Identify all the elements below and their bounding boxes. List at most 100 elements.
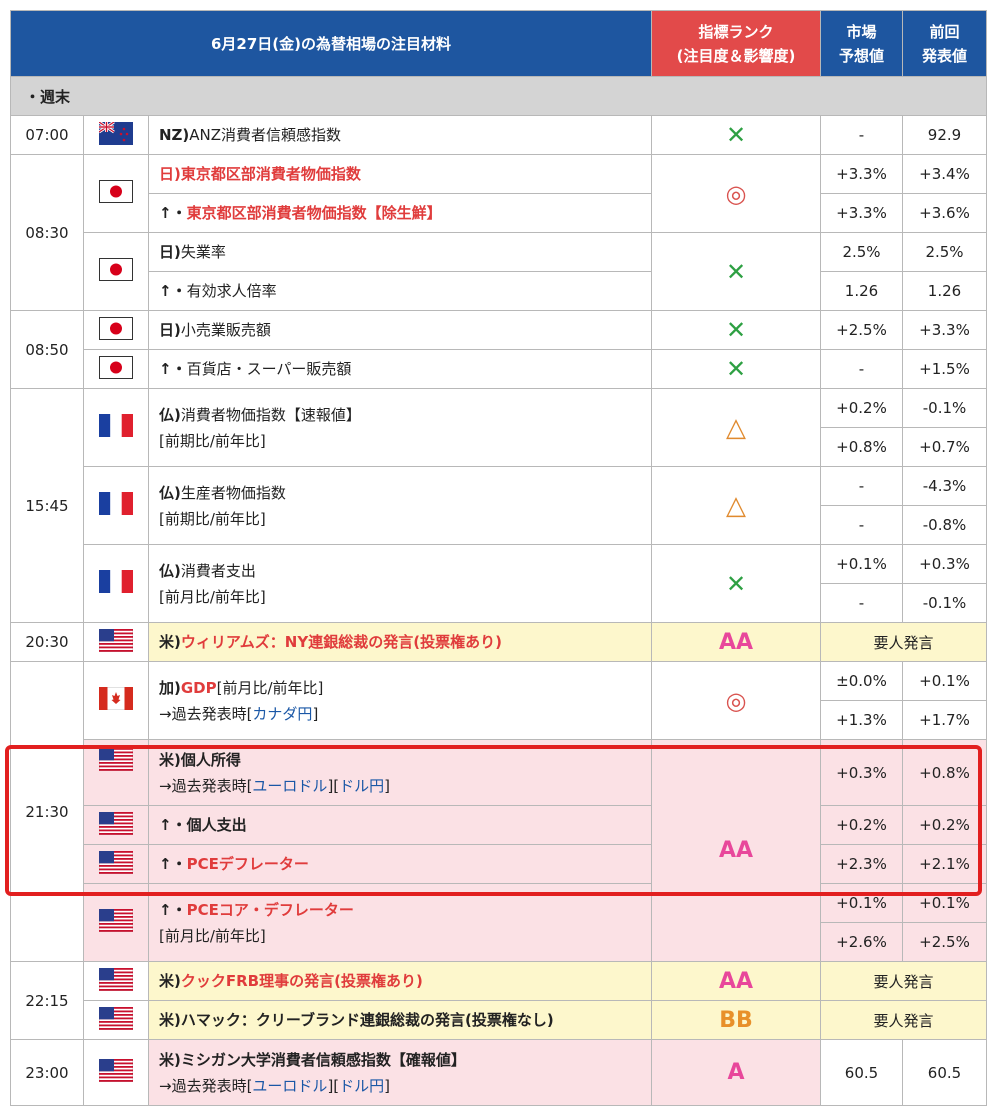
forecast-cell: +0.1%	[820, 883, 903, 923]
table-row: ↑・PCEコア・デフレーター [前月比/前年比] +0.1% +0.1%	[11, 883, 987, 962]
table-row: 20:30 米)ウィリアムズ：NY連銀総裁の発言(投票権あり) AA 要人発言	[10, 622, 987, 662]
link-usd-jpy[interactable]: ドル円	[339, 1077, 384, 1095]
table-row: 21:30 加)GDP[前月比/前年比] →過去発表時[カナダ円] ◎ ±0.0%…	[10, 661, 987, 962]
us-flag-icon	[83, 805, 149, 845]
table-row: 米)個人所得 →過去発表時[ユーロドル][ドル円] AA +0.3% +0.8%	[11, 739, 987, 962]
event-cell: ↑・百貨店・スーパー販売額	[148, 349, 652, 389]
canada-flag-icon	[83, 661, 149, 740]
table-row: ↑・百貨店・スーパー販売額 ✕ - +1.5%	[11, 349, 987, 389]
table-row: ↑・PCEデフレーター +2.3% +2.1%	[11, 844, 987, 884]
france-flag-icon	[83, 466, 149, 545]
time-cell: 23:00	[10, 1039, 84, 1106]
event-cell: 日)失業率	[148, 232, 652, 272]
previous-cell: +2.5%	[902, 922, 987, 962]
table-row: ↑・有効求人倍率 1.26 1.26	[11, 271, 987, 311]
rank-cell: ◎	[651, 661, 821, 740]
event-cell: 加)GDP[前月比/前年比] →過去発表時[カナダ円]	[148, 661, 652, 740]
previous-cell: +3.3%	[902, 310, 987, 350]
event-cell: 仏)消費者支出 [前月比/前年比]	[148, 544, 652, 623]
forecast-cell: 1.26	[820, 271, 903, 311]
previous-cell: 1.26	[902, 271, 987, 311]
section-row: ・週末	[10, 76, 987, 116]
table-row: 日)失業率 ✕ 2.5% 2.5%	[11, 232, 987, 311]
previous-cell: 92.9	[902, 115, 987, 155]
event-cell: 仏)生産者物価指数 [前期比/前年比]	[148, 466, 652, 545]
forecast-cell: +0.8%	[820, 427, 903, 467]
link-cad-jpy[interactable]: カナダ円	[252, 705, 312, 723]
previous-cell: +0.2%	[902, 805, 987, 845]
previous-cell: +3.4%	[902, 154, 987, 194]
time-cell: 20:30	[10, 622, 84, 662]
previous-cell: -0.1%	[902, 583, 987, 623]
rank-cell: ✕	[651, 310, 821, 350]
japan-flag-icon	[83, 232, 149, 311]
time-cell: 21:30	[10, 661, 84, 962]
previous-cell: +0.1%	[902, 661, 987, 701]
forecast-cell: -	[820, 349, 903, 389]
previous-cell: +0.8%	[902, 739, 987, 806]
time-cell: 22:15	[10, 961, 84, 1040]
event-cell: ↑・PCEデフレーター	[148, 844, 652, 884]
table-row: 08:30 日)東京都区部消費者物価指数 ◎ +3.3% +3.4%	[10, 154, 987, 311]
table-row: 07:00 NZ)ANZ消費者信頼感指数 ✕ - 92.9	[10, 115, 987, 155]
event-cell: 米)ハマック：クリーブランド連銀総裁の発言(投票権なし)	[148, 1000, 652, 1040]
event-cell: 米)個人所得 →過去発表時[ユーロドル][ドル円]	[148, 739, 652, 806]
header-row: 6月27日(金)の為替相場の注目材料 指標ランク (注目度＆影響度) 市場 予想値 …	[10, 10, 987, 77]
rank-cell: ✕	[651, 115, 821, 155]
link-eur-usd[interactable]: ユーロドル	[252, 777, 327, 795]
forecast-cell: -	[820, 505, 903, 545]
us-flag-icon	[83, 1000, 149, 1040]
rank-cell: AA	[651, 622, 821, 662]
rank-cell: ✕	[651, 544, 821, 623]
rank-cell: BB	[651, 1000, 821, 1040]
us-flag-icon	[83, 1039, 149, 1106]
header-previous: 前回 発表値	[902, 10, 987, 77]
nz-flag-icon	[83, 115, 149, 155]
japan-flag-icon	[83, 310, 149, 350]
france-flag-icon	[83, 544, 149, 623]
previous-cell: +0.1%	[902, 883, 987, 923]
rank-cell: ◎	[651, 154, 821, 233]
forecast-cell: -	[820, 115, 903, 155]
forecast-cell: +3.3%	[820, 193, 903, 233]
previous-cell: 60.5	[902, 1039, 987, 1106]
us-flag-icon	[83, 883, 149, 962]
forecast-cell: +0.1%	[820, 544, 903, 584]
rank-cell: AA	[651, 739, 821, 962]
france-flag-icon	[83, 388, 149, 467]
us-flag-icon	[83, 739, 149, 806]
previous-cell: +3.6%	[902, 193, 987, 233]
rank-cell: △	[651, 466, 821, 545]
rank-cell: △	[651, 388, 821, 467]
forecast-cell: +1.3%	[820, 700, 903, 740]
time-cell: 08:50	[10, 310, 84, 389]
event-cell: ↑・個人支出	[148, 805, 652, 845]
previous-cell: -0.8%	[902, 505, 987, 545]
event-cell: 仏)消費者物価指数【速報値】 [前期比/前年比]	[148, 388, 652, 467]
event-cell: NZ)ANZ消費者信頼感指数	[148, 115, 652, 155]
event-cell: 日)小売業販売額	[148, 310, 652, 350]
event-cell: 米)ウィリアムズ：NY連銀総裁の発言(投票権あり)	[148, 622, 652, 662]
header-title: 6月27日(金)の為替相場の注目材料	[10, 10, 652, 77]
previous-cell: 2.5%	[902, 232, 987, 272]
us-flag-icon	[83, 622, 149, 662]
forecast-cell: 60.5	[820, 1039, 903, 1106]
previous-cell: +2.1%	[902, 844, 987, 884]
table-row: 08:50 日)小売業販売額 ✕ +2.5% +3.3%	[10, 310, 987, 389]
event-cell: ↑・東京都区部消費者物価指数【除生鮮】	[148, 193, 652, 233]
table-row: 23:00 米)ミシガン大学消費者信頼感指数【確報値】 →過去発表時[ユーロドル]…	[10, 1039, 987, 1106]
us-flag-icon	[83, 844, 149, 884]
table-row: 仏)消費者支出 [前月比/前年比] ✕ +0.1% +0.3%	[11, 544, 987, 623]
link-eur-usd[interactable]: ユーロドル	[252, 1077, 327, 1095]
event-cell: ↑・有効求人倍率	[148, 271, 652, 311]
time-cell: 15:45	[10, 388, 84, 623]
event-cell: 日)東京都区部消費者物価指数	[148, 154, 652, 194]
speech-cell: 要人発言	[820, 622, 987, 662]
japan-flag-icon	[83, 154, 149, 233]
link-usd-jpy[interactable]: ドル円	[339, 777, 384, 795]
forecast-cell: +2.5%	[820, 310, 903, 350]
section-label: ・週末	[10, 76, 987, 116]
japan-flag-icon	[83, 349, 149, 389]
table-row: 22:15 米)クックFRB理事の発言(投票権あり) AA 要人発言	[10, 961, 987, 1040]
forecast-cell: ±0.0%	[820, 661, 903, 701]
